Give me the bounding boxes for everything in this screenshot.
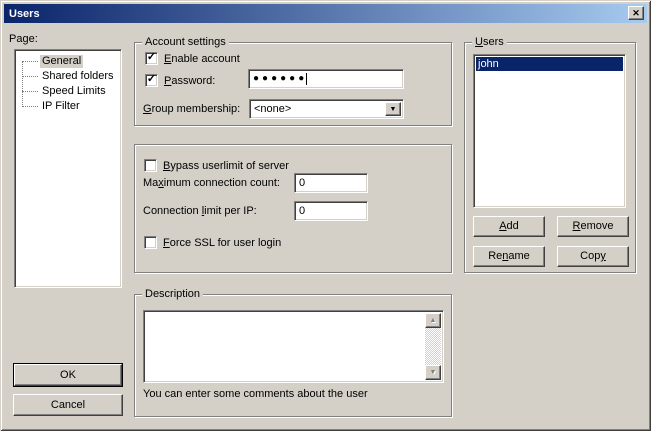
connection-limit-per-ip-label: Connection limit per IP:	[143, 205, 257, 218]
list-item[interactable]: john	[476, 57, 623, 71]
scrollbar-track[interactable]	[425, 328, 441, 365]
tree-item-speed-limits[interactable]: Speed Limits	[15, 84, 121, 99]
connection-limit-per-ip-input[interactable]: 0	[294, 201, 368, 221]
enable-account-checkbox[interactable]: ✓	[145, 52, 158, 65]
dropdown-button[interactable]: ▼	[385, 102, 401, 116]
arrow-down-icon: ▼	[430, 369, 437, 376]
ok-button-label: OK	[60, 370, 76, 381]
tree-item-general[interactable]: General	[15, 54, 121, 69]
vertical-scrollbar[interactable]: ▲ ▼	[425, 313, 441, 380]
page-tree[interactable]: General Shared folders Speed Limits IP F…	[14, 49, 122, 288]
description-textarea[interactable]: ▲ ▼	[143, 310, 444, 383]
tree-item-label: Shared folders	[40, 70, 116, 83]
close-button[interactable]: ✕	[628, 6, 644, 20]
tree-item-label: General	[40, 55, 83, 68]
account-settings-group-label: Account settings	[142, 36, 229, 49]
text-caret	[306, 73, 307, 85]
password-checkbox[interactable]: ✓	[145, 74, 158, 87]
arrow-up-icon: ▲	[430, 317, 437, 324]
cancel-button[interactable]: Cancel	[13, 394, 123, 416]
add-user-button[interactable]: Add	[473, 216, 545, 237]
checkmark-icon: ✓	[147, 52, 156, 63]
users-dialog: Users ✕ Page: General Shared folders Spe…	[0, 0, 651, 431]
group-membership-value: <none>	[254, 103, 291, 115]
scroll-up-button[interactable]: ▲	[425, 313, 441, 328]
max-connection-count-value: 0	[299, 177, 305, 189]
force-ssl-label: Force SSL for user login	[163, 237, 281, 250]
tree-connector	[22, 106, 38, 107]
remove-user-button-label: Remove	[573, 221, 614, 232]
remove-user-button[interactable]: Remove	[557, 216, 629, 237]
chevron-down-icon: ▼	[390, 106, 397, 113]
rename-user-button-label: Rename	[488, 251, 530, 262]
rename-user-button[interactable]: Rename	[473, 246, 545, 267]
group-membership-select[interactable]: <none> ▼	[249, 99, 404, 119]
connection-limit-per-ip-value: 0	[299, 205, 305, 217]
tree-item-ip-filter[interactable]: IP Filter	[15, 99, 121, 114]
tree-connector	[22, 91, 38, 92]
tree-connector	[22, 61, 38, 62]
ok-button[interactable]: OK	[14, 364, 122, 386]
bypass-userlimit-label: Bypass userlimit of server	[163, 160, 289, 173]
password-input[interactable]: ●●●●●●	[248, 69, 404, 89]
tree-item-label: IP Filter	[40, 100, 82, 113]
tree-item-shared-folders[interactable]: Shared folders	[15, 69, 121, 84]
window-title: Users	[9, 8, 40, 20]
cancel-button-label: Cancel	[51, 400, 85, 411]
password-label: Password:	[164, 75, 215, 88]
user-name: john	[478, 58, 499, 70]
page-label: Page:	[9, 33, 38, 46]
max-connection-count-input[interactable]: 0	[294, 173, 368, 193]
account-settings-group: Account settings ✓ Enable account ✓ Pass…	[134, 42, 452, 126]
users-group-label: Users	[472, 36, 507, 49]
tree-item-label: Speed Limits	[40, 85, 108, 98]
max-connection-count-label: Maximum connection count:	[143, 177, 280, 190]
checkmark-icon: ✓	[147, 74, 156, 85]
copy-user-button[interactable]: Copy	[557, 246, 629, 267]
password-value: ●●●●●●	[253, 74, 307, 84]
users-group: Users john Add Remove Rename Copy	[464, 42, 636, 273]
tree-connector	[22, 76, 38, 77]
group-membership-label: Group membership:	[143, 103, 240, 116]
description-group-label: Description	[142, 288, 203, 301]
scroll-down-button[interactable]: ▼	[425, 365, 441, 380]
close-icon: ✕	[632, 9, 640, 18]
description-hint: You can enter some comments about the us…	[143, 388, 368, 401]
titlebar[interactable]: Users ✕	[4, 4, 647, 23]
bypass-userlimit-checkbox[interactable]	[144, 159, 157, 172]
enable-account-label: Enable account	[164, 53, 240, 66]
description-group: Description ▲ ▼ You can enter some comme…	[134, 294, 452, 417]
connection-limits-group: Bypass userlimit of server Maximum conne…	[134, 144, 452, 273]
add-user-button-label: Add	[499, 221, 519, 232]
force-ssl-checkbox[interactable]	[144, 236, 157, 249]
users-listbox[interactable]: john	[473, 54, 626, 208]
copy-user-button-label: Copy	[580, 251, 606, 262]
